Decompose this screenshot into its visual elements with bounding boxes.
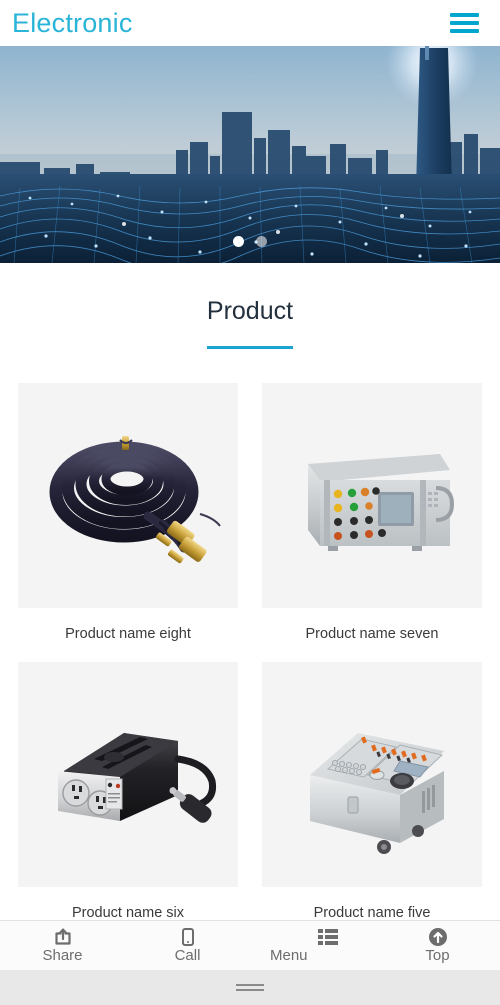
toolbar-item-top[interactable]: Top bbox=[375, 927, 500, 965]
hero-image bbox=[0, 46, 500, 263]
product-label: Product name six bbox=[71, 905, 185, 921]
test-bench-image bbox=[310, 732, 444, 854]
test-instrument-image bbox=[308, 453, 455, 551]
toolbar-label: Top bbox=[425, 946, 450, 964]
product-thumbnail[interactable] bbox=[262, 662, 482, 887]
toolbar-item-menu[interactable]: Menu bbox=[250, 927, 375, 965]
hamburger-icon[interactable] bbox=[450, 12, 480, 34]
product-label: Product name five bbox=[313, 905, 431, 921]
product-card[interactable]: Product name eight bbox=[18, 383, 238, 642]
home-indicator-bar bbox=[0, 970, 500, 1005]
carousel-dots[interactable] bbox=[0, 236, 500, 247]
carousel-dot-1[interactable] bbox=[233, 236, 244, 247]
page-title: Product bbox=[206, 297, 294, 325]
app-screen: Electronic Product Product name eight Pr… bbox=[0, 0, 500, 1005]
share-icon bbox=[52, 927, 74, 947]
arrow-up-circle-icon bbox=[428, 927, 448, 947]
audio-cable-image bbox=[49, 435, 221, 563]
list-icon bbox=[270, 927, 375, 947]
product-card[interactable]: Product name five bbox=[262, 662, 482, 921]
app-header: Electronic bbox=[0, 0, 500, 46]
toolbar-item-share[interactable]: Share bbox=[0, 927, 125, 965]
toolbar-label: Call bbox=[174, 946, 201, 964]
toolbar-label: Menu bbox=[270, 946, 308, 964]
product-thumbnail[interactable] bbox=[18, 662, 238, 887]
drag-handle[interactable] bbox=[236, 984, 264, 991]
toolbar-label: Share bbox=[42, 946, 83, 964]
brand-title: Electronic bbox=[12, 7, 133, 38]
bottom-toolbar: Share Call Menu Top bbox=[0, 920, 500, 970]
product-label: Product name eight bbox=[65, 626, 191, 642]
product-card[interactable]: Product name six bbox=[18, 662, 238, 921]
product-grid: Product name eight Product name seven Pr… bbox=[0, 349, 500, 921]
product-thumbnail[interactable] bbox=[262, 383, 482, 608]
carousel-dot-2[interactable] bbox=[256, 236, 267, 247]
product-section: Product Product name eight Product name … bbox=[0, 263, 500, 921]
product-thumbnail[interactable] bbox=[18, 383, 238, 608]
hero-banner[interactable] bbox=[0, 46, 500, 263]
product-label: Product name seven bbox=[305, 626, 439, 642]
toolbar-item-call[interactable]: Call bbox=[125, 927, 250, 965]
power-inverter-image bbox=[58, 732, 216, 823]
product-card[interactable]: Product name seven bbox=[262, 383, 482, 642]
phone-icon bbox=[180, 927, 196, 947]
